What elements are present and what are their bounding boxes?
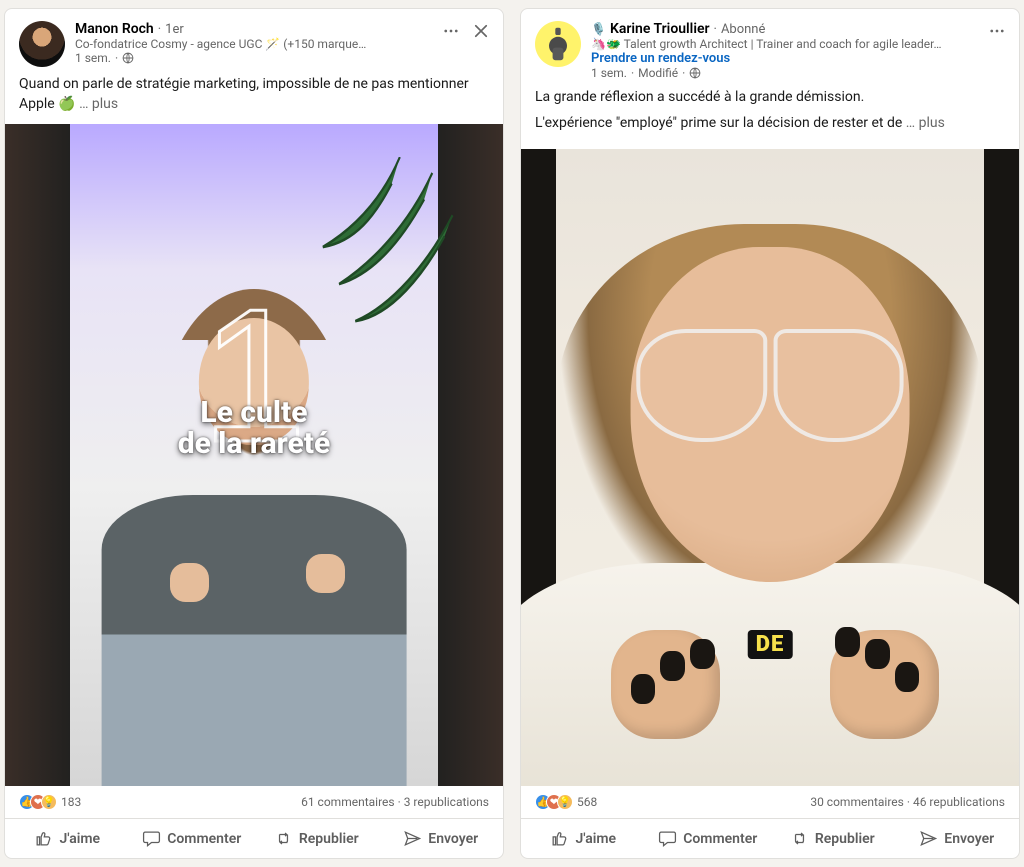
actions-bar: J'aime Commenter Republier Envoyer <box>5 818 503 858</box>
separator: · <box>682 66 685 80</box>
reposts-count[interactable]: 3 republications <box>404 795 489 809</box>
author-name[interactable]: Manon Roch <box>75 21 154 37</box>
more-options-icon[interactable] <box>441 21 461 41</box>
thumbs-up-icon <box>34 829 53 848</box>
see-more-button[interactable]: … plus <box>79 96 118 112</box>
comment-icon <box>142 829 161 848</box>
send-button[interactable]: Envoyer <box>379 819 504 858</box>
book-appointment-link[interactable]: Prendre un rendez-vous <box>591 51 977 66</box>
video-frame: DE <box>521 149 1019 786</box>
post-body-text: La grande réflexion a succédé à la grand… <box>521 84 1019 149</box>
post-card: 🎙️ Karine Trioullier · Abonné 🦄🐲 Talent … <box>520 8 1020 859</box>
see-more-button[interactable]: … plus <box>906 115 945 131</box>
video-frame: 1 Le culte de la rareté <box>70 124 439 786</box>
send-icon <box>919 829 938 848</box>
author-block: 🎙️ Karine Trioullier · Abonné 🦄🐲 Talent … <box>591 21 977 80</box>
repost-button[interactable]: Republier <box>254 819 379 858</box>
send-icon <box>403 829 422 848</box>
idea-reaction-icon: 💡 <box>557 794 573 810</box>
reactions-summary[interactable]: 👍 ❤ 💡 183 <box>19 794 81 810</box>
person-illustration <box>521 200 1019 786</box>
follow-status: Abonné <box>721 22 765 37</box>
more-options-icon[interactable] <box>987 21 1007 41</box>
edited-label: Modifié <box>638 66 678 80</box>
separator: · <box>158 22 161 37</box>
globe-icon <box>122 52 134 64</box>
comment-button[interactable]: Commenter <box>130 819 255 858</box>
comments-count[interactable]: 61 commentaires <box>301 795 395 809</box>
reaction-icons: 👍 ❤ 💡 <box>535 794 573 810</box>
avatar[interactable] <box>19 21 65 67</box>
post-card: Manon Roch · 1er Co-fondatrice Cosmy - a… <box>4 8 504 859</box>
comment-icon <box>658 829 677 848</box>
reactions-count: 568 <box>577 795 597 809</box>
connection-degree: 1er <box>165 22 184 37</box>
author-subtitle: Co-fondatrice Cosmy - agence UGC 🪄 (+150… <box>75 37 431 51</box>
author-name[interactable]: Karine Trioullier <box>610 21 710 37</box>
post-body-text: Quand on parle de stratégie marketing, i… <box>5 71 503 124</box>
post-meta: 1 sem. · <box>75 51 431 65</box>
send-button[interactable]: Envoyer <box>895 819 1020 858</box>
repost-button[interactable]: Republier <box>770 819 895 858</box>
separator: · <box>115 51 118 65</box>
mic-emoji-icon: 🎙️ <box>591 22 606 36</box>
reaction-icons: 👍 ❤ 💡 <box>19 794 57 810</box>
reactions-summary[interactable]: 👍 ❤ 💡 568 <box>535 794 597 810</box>
post-age: 1 sem. <box>591 66 627 80</box>
repost-icon <box>274 829 293 848</box>
avatar[interactable] <box>535 21 581 67</box>
post-meta: 1 sem. · Modifié · <box>591 66 977 80</box>
author-block: Manon Roch · 1er Co-fondatrice Cosmy - a… <box>75 21 431 65</box>
separator: · <box>631 66 634 80</box>
video-blur-right <box>433 124 503 786</box>
reposts-count[interactable]: 46 republications <box>913 795 1005 809</box>
like-button[interactable]: J'aime <box>5 819 130 858</box>
social-proof-bar: 👍 ❤ 💡 183 61 commentaires · 3 republicat… <box>5 786 503 818</box>
actions-bar: J'aime Commenter Republier Envoyer <box>521 818 1019 858</box>
author-subtitle: 🦄🐲 Talent growth Architect | Trainer and… <box>591 37 977 51</box>
like-button[interactable]: J'aime <box>521 819 646 858</box>
video-caption-word: DE <box>748 630 793 659</box>
video-player[interactable]: 1 Le culte de la rareté <box>5 124 503 786</box>
post-age: 1 sem. <box>75 51 111 65</box>
repost-icon <box>790 829 809 848</box>
post-header: 🎙️ Karine Trioullier · Abonné 🦄🐲 Talent … <box>521 9 1019 84</box>
comments-count[interactable]: 30 commentaires <box>810 795 904 809</box>
video-blur-left <box>5 124 75 786</box>
person-illustration <box>92 289 416 779</box>
video-player[interactable]: DE <box>521 149 1019 786</box>
close-icon[interactable] <box>471 21 491 41</box>
globe-icon <box>689 67 701 79</box>
separator: · <box>714 22 717 37</box>
post-header: Manon Roch · 1er Co-fondatrice Cosmy - a… <box>5 9 503 71</box>
social-proof-bar: 👍 ❤ 💡 568 30 commentaires · 46 republica… <box>521 786 1019 818</box>
reactions-count: 183 <box>61 795 81 809</box>
glasses-icon <box>631 329 910 434</box>
thumbs-up-icon <box>550 829 569 848</box>
comment-button[interactable]: Commenter <box>646 819 771 858</box>
idea-reaction-icon: 💡 <box>41 794 57 810</box>
